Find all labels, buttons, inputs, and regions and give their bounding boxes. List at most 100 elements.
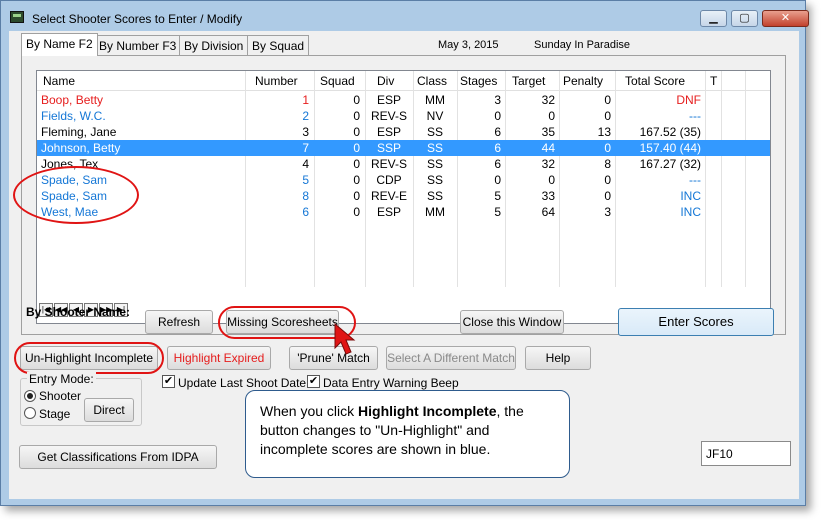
refresh-button[interactable]: Refresh [145, 310, 213, 334]
col-head-number[interactable]: Number [255, 74, 298, 88]
close-icon: ✕ [780, 12, 791, 24]
cell-target: 64 [541, 205, 555, 219]
cell-target: 0 [548, 109, 555, 123]
table-row[interactable]: Spade, Sam 5 0 CDP SS 0 0 0 --- [37, 172, 770, 188]
maximize-icon: ▢ [739, 12, 750, 24]
cell-squad: 0 [353, 157, 360, 171]
help-button[interactable]: Help [525, 346, 591, 370]
cell-number: 6 [302, 205, 309, 219]
cell-div: REV-S [370, 109, 407, 123]
tab-by-name[interactable]: By Name F2 [21, 33, 98, 56]
cell-name: Boop, Betty [41, 93, 104, 107]
table-row[interactable]: Boop, Betty 1 0 ESP MM 3 32 0 DNF [37, 92, 770, 108]
cell-class: NV [426, 109, 444, 123]
cell-total-score: 167.52 (35) [639, 125, 701, 139]
col-head-total-score[interactable]: Total Score [625, 74, 685, 88]
cell-class: SS [426, 189, 443, 203]
shooter-radio[interactable] [24, 390, 36, 402]
tab-by-squad[interactable]: By Squad [247, 35, 310, 55]
direct-button[interactable]: Direct [84, 398, 134, 422]
entry-mode-label: Entry Mode: [27, 372, 96, 386]
table-row[interactable]: Johnson, Betty 7 0 SSP SS 6 44 0 157.40 (44) [37, 140, 770, 156]
missing-scoresheets-button[interactable]: Missing Scoresheets [226, 310, 339, 334]
scores-grid[interactable]: Name Number Squad Div Class Stages Targe… [36, 70, 771, 324]
id-field[interactable]: JF10 [701, 441, 791, 466]
cell-class: SS [426, 125, 443, 139]
table-row[interactable]: West, Mae 6 0 ESP MM 5 64 3 INC [37, 204, 770, 220]
cell-total-score: --- [689, 173, 701, 187]
cell-target: 44 [541, 141, 555, 155]
cell-number: 8 [302, 189, 309, 203]
minimize-button[interactable]: ▁ [700, 10, 727, 27]
tab-panel: Name Number Squad Div Class Stages Targe… [21, 55, 786, 335]
table-row[interactable]: Fields, W.C. 2 0 REV-S NV 0 0 0 --- [37, 108, 770, 124]
col-head-penalty[interactable]: Penalty [563, 74, 603, 88]
cell-penalty: 3 [604, 205, 611, 219]
col-head-stages[interactable]: Stages [460, 74, 497, 88]
cell-stages: 5 [494, 189, 501, 203]
cell-class: MM [425, 205, 445, 219]
cell-penalty: 0 [604, 189, 611, 203]
col-head-div[interactable]: Div [377, 74, 394, 88]
cell-squad: 0 [353, 189, 360, 203]
match-name: Sunday In Paradise [534, 39, 631, 51]
checkmark-icon: ✔ [308, 375, 319, 387]
cell-div: ESP [376, 93, 401, 107]
stage-radio-label: Stage [39, 407, 71, 421]
unhighlight-incomplete-button[interactable]: Un-Highlight Incomplete [20, 346, 158, 370]
cell-class: SS [426, 173, 443, 187]
col-head-squad[interactable]: Squad [320, 74, 355, 88]
cell-penalty: 0 [604, 173, 611, 187]
callout-bold: Highlight Incomplete [358, 403, 497, 419]
tab-by-division[interactable]: By Division [179, 35, 249, 55]
select-different-match-button[interactable]: Select A Different Match [386, 346, 516, 370]
title-bar[interactable]: Select Shooter Scores to Enter / Modify … [1, 1, 809, 31]
window-title: Select Shooter Scores to Enter / Modify [32, 12, 243, 26]
get-classifications-button[interactable]: Get Classifications From IDPA [19, 445, 217, 469]
cell-target: 33 [541, 189, 555, 203]
col-head-target[interactable]: Target [512, 74, 545, 88]
cursor-arrow-icon [334, 322, 356, 355]
stage-radio[interactable] [24, 407, 36, 419]
enter-scores-button[interactable]: Enter Scores [618, 308, 774, 336]
tab-by-number[interactable]: By Number F3 [94, 35, 182, 55]
cell-number: 2 [302, 109, 309, 123]
close-window-button[interactable]: Close this Window [460, 310, 564, 334]
app-icon [10, 11, 24, 23]
cell-name: Fields, W.C. [41, 109, 106, 123]
cell-name: Spade, Sam [41, 189, 108, 203]
cell-stages: 6 [494, 157, 501, 171]
cell-div: ESP [376, 125, 401, 139]
cell-div: REV-S [370, 157, 407, 171]
cell-squad: 0 [353, 109, 360, 123]
col-head-t[interactable]: T [710, 74, 717, 88]
highlight-expired-button[interactable]: Highlight Expired [167, 346, 271, 370]
cell-div: SSP [376, 141, 401, 155]
col-head-class[interactable]: Class [417, 74, 447, 88]
data-entry-warning-beep-label: Data Entry Warning Beep [323, 376, 459, 390]
minimize-icon: ▁ [709, 12, 718, 24]
cell-name: Fleming, Jane [41, 125, 117, 139]
update-last-shoot-date-checkbox[interactable]: ✔ [162, 375, 175, 388]
cell-class: MM [425, 93, 445, 107]
cell-target: 32 [541, 93, 555, 107]
cell-penalty: 8 [604, 157, 611, 171]
cell-stages: 0 [494, 109, 501, 123]
cell-name: West, Mae [41, 205, 99, 219]
cell-stages: 0 [494, 173, 501, 187]
instruction-callout: When you click Highlight Incomplete, the… [245, 390, 570, 478]
close-window-x-button[interactable]: ✕ [762, 10, 809, 27]
cell-total-score: 167.27 (32) [639, 157, 701, 171]
data-entry-warning-beep-checkbox[interactable]: ✔ [307, 375, 320, 388]
table-row[interactable]: Spade, Sam 8 0 REV-E SS 5 33 0 INC [37, 188, 770, 204]
table-row[interactable]: Fleming, Jane 3 0 ESP SS 6 35 13 167.52 (35) [37, 124, 770, 140]
cell-total-score: INC [680, 205, 701, 219]
cell-class: SS [426, 157, 443, 171]
cell-number: 1 [302, 93, 309, 107]
cell-number: 4 [302, 157, 309, 171]
maximize-button[interactable]: ▢ [731, 10, 758, 27]
cell-stages: 3 [494, 93, 501, 107]
col-head-name[interactable]: Name [43, 74, 75, 88]
cell-squad: 0 [353, 173, 360, 187]
table-row[interactable]: Jones, Tex 4 0 REV-S SS 6 32 8 167.27 (32) [37, 156, 770, 172]
